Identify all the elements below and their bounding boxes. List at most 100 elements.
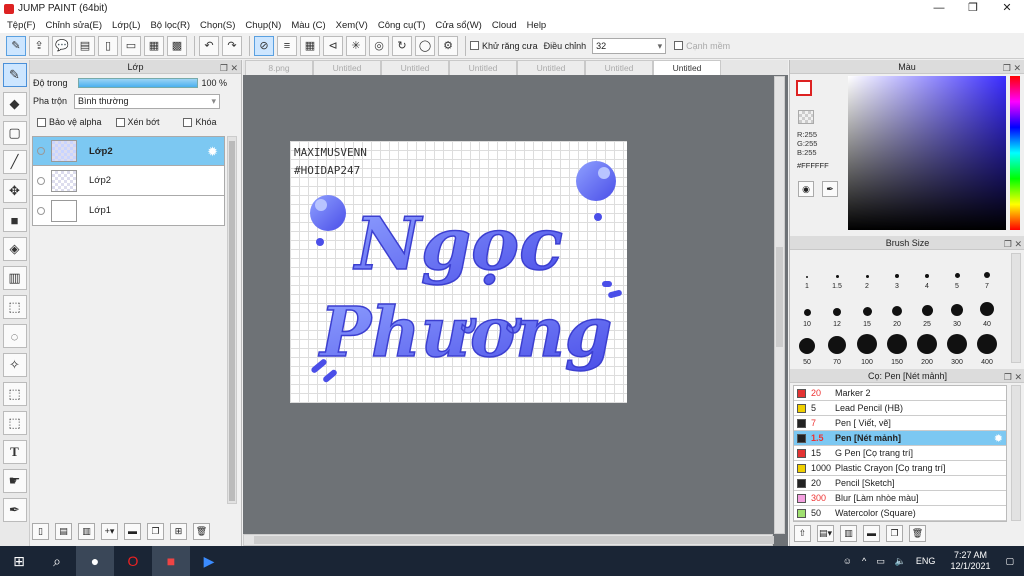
- menu-item[interactable]: Chỉnh sửa(E): [41, 20, 108, 31]
- brush-size-option[interactable]: 5: [942, 253, 972, 291]
- grid-ruler-icon[interactable]: ▦: [300, 35, 320, 56]
- lasso-icon[interactable]: ◌: [2, 324, 27, 348]
- language-indicator[interactable]: ENG: [916, 556, 936, 566]
- select-rect-icon[interactable]: ⬚: [2, 295, 27, 319]
- brush-mode-icon[interactable]: ✎: [6, 35, 26, 56]
- adjust-select[interactable]: 32: [592, 37, 667, 54]
- brush-size-option[interactable]: 30: [942, 291, 972, 329]
- brush-size-option[interactable]: 70: [822, 329, 852, 367]
- layout-icon[interactable]: ▦: [144, 35, 164, 56]
- people-icon[interactable]: ☺: [843, 556, 852, 566]
- curve-icon[interactable]: ↻: [392, 35, 412, 56]
- eyedropper-icon[interactable]: ✒: [2, 498, 27, 522]
- brush-size-option[interactable]: 15: [852, 291, 882, 329]
- select-pen-icon[interactable]: ⬚: [2, 382, 27, 406]
- antialias-checkbox[interactable]: [470, 41, 479, 50]
- delete-brush-icon[interactable]: 🗑: [909, 525, 926, 542]
- eyedropper-color-icon[interactable]: ✒: [822, 181, 838, 197]
- search-icon[interactable]: ⌕: [38, 546, 76, 576]
- document-tab[interactable]: Untitled: [517, 60, 585, 75]
- windows-start-icon[interactable]: ⊞: [0, 546, 38, 576]
- brush-size-option[interactable]: 40: [972, 291, 1002, 329]
- pen-row[interactable]: 15 G Pen [Cọ trang trí]: [794, 446, 1006, 461]
- opera-icon[interactable]: O: [114, 546, 152, 576]
- tray-expand-icon[interactable]: ^: [862, 556, 866, 566]
- document-tab[interactable]: 8.png: [245, 60, 313, 75]
- ellipse-icon[interactable]: ◯: [415, 35, 435, 56]
- layer-row[interactable]: Lớp1: [32, 196, 225, 226]
- menu-item[interactable]: Cửa sổ(W): [430, 20, 486, 31]
- move-icon[interactable]: ✥: [2, 179, 27, 203]
- brush-settings-icon[interactable]: ▥: [840, 525, 857, 542]
- layer-row[interactable]: Lớp2 ✹: [32, 136, 225, 166]
- duplicate-layer-icon[interactable]: ❐: [147, 523, 164, 540]
- menu-item[interactable]: Bộ lọc(R): [145, 20, 195, 31]
- menu-item[interactable]: Màu (C): [286, 20, 330, 31]
- menu-item[interactable]: Tệp(F): [2, 20, 41, 31]
- hue-slider[interactable]: [1010, 76, 1020, 230]
- panel-close-icon[interactable]: ❐ ✕: [1003, 61, 1021, 75]
- foreground-color-swatch[interactable]: [796, 80, 812, 96]
- document-tab[interactable]: Untitled: [449, 60, 517, 75]
- menu-item[interactable]: Cloud: [487, 20, 522, 31]
- visibility-icon[interactable]: [37, 147, 45, 155]
- soft-edge-checkbox[interactable]: [674, 41, 684, 50]
- pen-row[interactable]: 7 Pen [ Viết, vẽ]: [794, 416, 1006, 431]
- document-tab[interactable]: Untitled: [381, 60, 449, 75]
- fill-rect-icon[interactable]: ■: [2, 208, 27, 232]
- zoom-icon[interactable]: ▶: [190, 546, 228, 576]
- document-tab[interactable]: Untitled: [653, 60, 721, 75]
- concentric-icon[interactable]: ◎: [369, 35, 389, 56]
- brush-folder-icon[interactable]: ▬: [863, 525, 880, 542]
- no-snap-icon[interactable]: ⊘: [254, 35, 274, 56]
- brush-size-option[interactable]: 1: [792, 253, 822, 291]
- brush-size-option[interactable]: 25: [912, 291, 942, 329]
- radial-icon[interactable]: ✳: [346, 35, 366, 56]
- add-layer-menu-icon[interactable]: +▾: [101, 523, 118, 540]
- blend-select[interactable]: Bình thường: [74, 93, 221, 109]
- visibility-icon[interactable]: [37, 176, 45, 185]
- pen-row[interactable]: 50 Watercolor (Square): [794, 506, 1006, 521]
- clock[interactable]: 7:27 AM 12/1/2021: [950, 550, 990, 572]
- protect-alpha-checkbox[interactable]: [37, 117, 46, 127]
- undo-icon[interactable]: ↶: [199, 35, 219, 56]
- pen-row[interactable]: 20 Marker 2: [794, 386, 1006, 401]
- brush-size-option[interactable]: 20: [882, 291, 912, 329]
- palette-icon[interactable]: ◉: [798, 181, 814, 197]
- notification-icon[interactable]: ▢: [1005, 556, 1014, 567]
- magic-wand-icon[interactable]: ✧: [2, 353, 27, 377]
- canvas-vscroll[interactable]: [774, 76, 785, 534]
- chat-app-icon[interactable]: ●: [76, 546, 114, 576]
- document-tab[interactable]: Untitled: [313, 60, 381, 75]
- gradient-icon[interactable]: ▥: [2, 266, 27, 290]
- page-icon[interactable]: ▭: [121, 35, 141, 56]
- delete-layer-icon[interactable]: 🗑: [193, 523, 210, 540]
- merge-layer-icon[interactable]: ⊞: [170, 523, 187, 540]
- new-1bit-layer-icon[interactable]: ▥: [78, 523, 95, 540]
- maximize-button[interactable]: ❐: [956, 0, 990, 17]
- opacity-slider[interactable]: [77, 78, 198, 88]
- add-brush-icon[interactable]: ▤▾: [817, 525, 834, 542]
- hand-icon[interactable]: ☛: [2, 469, 27, 493]
- pen-scrollbar[interactable]: [1011, 385, 1021, 521]
- pen-row[interactable]: 5 Lead Pencil (HB): [794, 401, 1006, 416]
- menu-item[interactable]: Công cụ(T): [373, 20, 431, 31]
- menu-item[interactable]: Chụp(N): [240, 20, 286, 31]
- lock-checkbox[interactable]: [183, 117, 193, 127]
- panel-close-icon[interactable]: ❐ ✕: [1004, 370, 1022, 384]
- folder-icon[interactable]: ▬: [124, 523, 141, 540]
- brush-size-option[interactable]: 7: [972, 253, 1002, 291]
- pen-row[interactable]: 20 Pencil [Sketch]: [794, 476, 1006, 491]
- brush-size-option[interactable]: 200: [912, 329, 942, 367]
- grid-check-icon[interactable]: ▩: [167, 35, 187, 56]
- text-balloon-icon[interactable]: ▤: [75, 35, 95, 56]
- menu-item[interactable]: Chọn(S): [195, 20, 240, 31]
- rectangle-icon[interactable]: ▢: [2, 121, 27, 145]
- panel-close-icon[interactable]: ❐ ✕: [220, 61, 238, 75]
- brush-scrollbar[interactable]: [1011, 253, 1021, 363]
- redo-icon[interactable]: ↷: [222, 35, 242, 56]
- transparent-swatch[interactable]: [798, 110, 814, 124]
- pen-row[interactable]: 300 Blur [Làm nhòe màu]: [794, 491, 1006, 506]
- settings-icon[interactable]: ⚙: [438, 35, 458, 56]
- menu-item[interactable]: Lớp(L): [107, 20, 145, 31]
